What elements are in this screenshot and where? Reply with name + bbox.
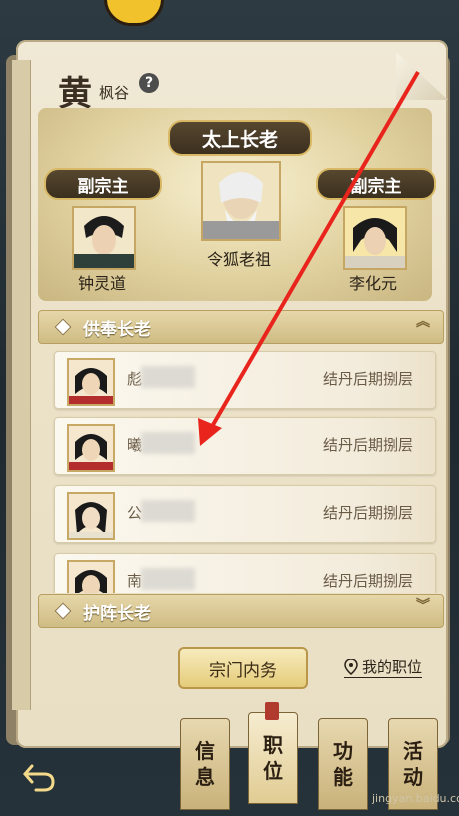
annotation-arrow [198, 70, 420, 446]
